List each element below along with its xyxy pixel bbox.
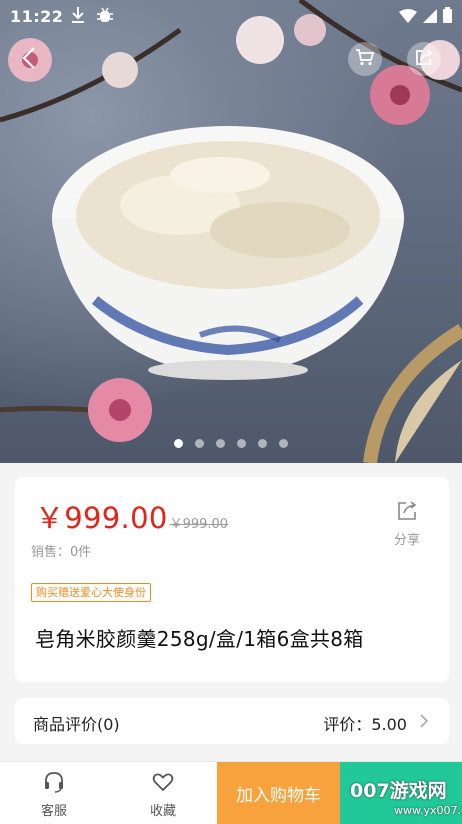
- product-image-gallery[interactable]: 11:22: [0, 0, 462, 463]
- product-title: 皂角米胶颜羹258g/盒/1箱6盒共8箱: [35, 627, 364, 651]
- chevron-left-icon: [12, 47, 44, 78]
- buy-now-button[interactable]: [340, 762, 462, 824]
- favorite-button[interactable]: 收藏: [133, 770, 193, 819]
- original-price: ￥999.00: [169, 517, 229, 532]
- pager-dot[interactable]: [237, 439, 246, 448]
- share-icon: [396, 501, 418, 525]
- bottom-action-bar: 客服 收藏 加入购物车: [0, 761, 462, 824]
- battery-icon: [443, 7, 452, 27]
- share-icon: [414, 48, 434, 70]
- price-row: ￥999.00 ￥999.00: [35, 495, 228, 537]
- customer-service-button[interactable]: 客服: [24, 770, 84, 819]
- customer-service-label: 客服: [40, 804, 67, 819]
- header-cart-button[interactable]: [348, 42, 382, 76]
- heart-icon: [151, 773, 175, 798]
- cart-icon: [355, 48, 375, 70]
- reviews-label: 商品评价(0): [33, 715, 120, 734]
- wifi-icon: [399, 8, 417, 27]
- pager-dot[interactable]: [279, 439, 288, 448]
- pager-dot[interactable]: [195, 439, 204, 448]
- pager-dot[interactable]: [174, 439, 183, 448]
- share-label: 分享: [393, 533, 420, 548]
- headset-icon: [42, 772, 66, 798]
- pager-dot[interactable]: [258, 439, 267, 448]
- back-button[interactable]: [12, 42, 44, 74]
- status-time: 11:22: [10, 7, 64, 26]
- product-info-card: ￥999.00 ￥999.00 销售：0件 分享 购买赠送爱心大使身份 皂角米胶…: [15, 477, 449, 682]
- current-price: ￥999.00: [35, 501, 168, 535]
- reviews-row[interactable]: 商品评价(0) 评价：5.00: [15, 698, 449, 744]
- status-bar: 11:22: [0, 0, 462, 34]
- favorite-label: 收藏: [149, 804, 176, 819]
- signal-icon: [423, 8, 437, 27]
- chevron-right-icon: [419, 713, 429, 733]
- header-share-button[interactable]: [407, 42, 441, 76]
- bug-icon: [96, 6, 114, 28]
- add-to-cart-button[interactable]: 加入购物车: [217, 762, 340, 824]
- product-photo: [0, 0, 462, 463]
- share-button[interactable]: 分享: [387, 499, 427, 548]
- pager-dot[interactable]: [216, 439, 225, 448]
- sales-count: 销售：0件: [31, 545, 92, 560]
- download-icon: [70, 6, 86, 28]
- image-pager-dots: [0, 439, 462, 448]
- promo-tag: 购买赠送爱心大使身份: [31, 583, 151, 602]
- review-score: 评价：5.00: [323, 715, 407, 734]
